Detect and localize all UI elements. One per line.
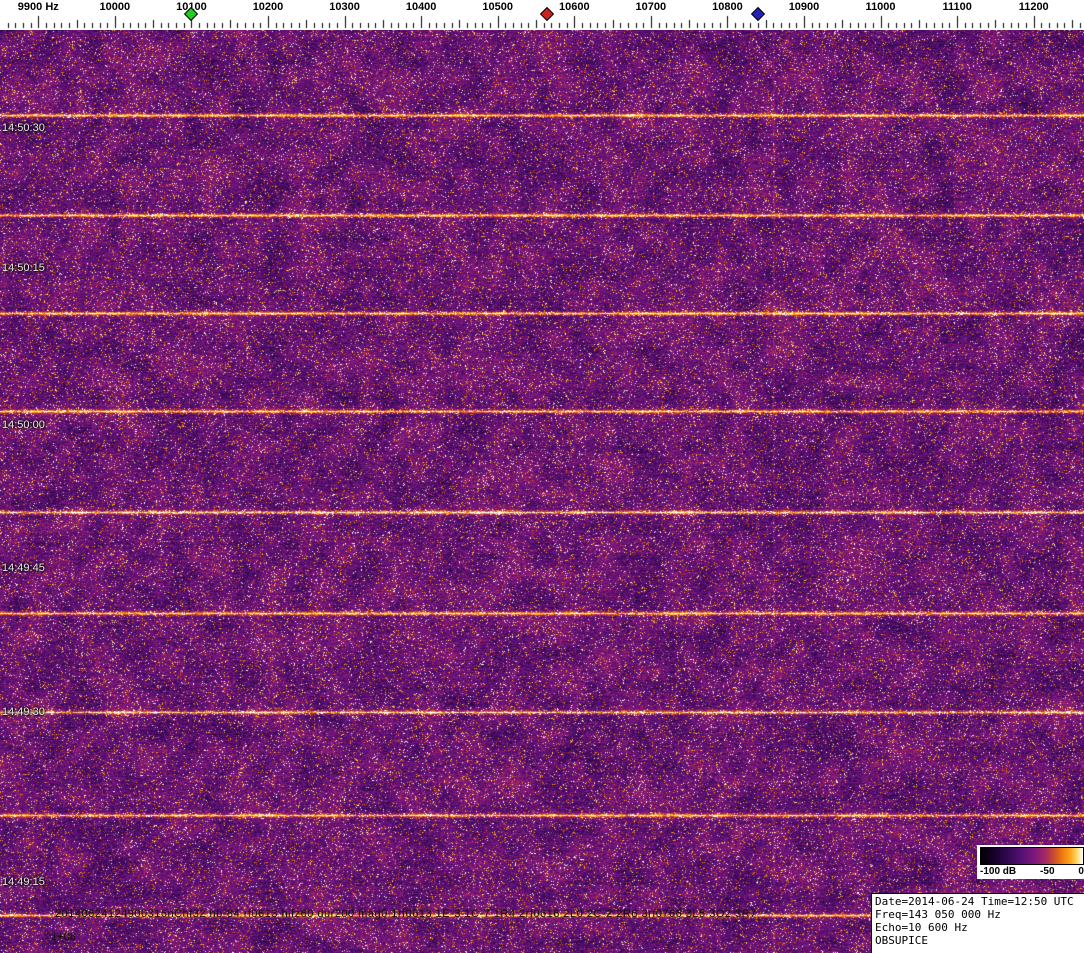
info-line-station: OBSUPICE [875, 934, 928, 947]
time-label: 14:50:30 [2, 122, 45, 134]
frequency-axis: 9900 Hz100001010010200103001040010500106… [0, 0, 1084, 30]
freq-tick-label: 10300 [329, 1, 360, 13]
config-annotation: 20140624124900316nChf32 hb-84 rf0613 hif… [55, 908, 757, 920]
db-scale-legend: -100 dB -50 0 [977, 845, 1084, 879]
db-mid-label: -50 [1040, 866, 1055, 877]
freq-tick-label: 10900 [788, 1, 820, 13]
freq-tick-label: 9900 Hz [17, 1, 59, 13]
freq-tick-label: 10600 [558, 1, 590, 13]
spectrogram-screen: 9900 Hz100001010010200103001040010500106… [0, 0, 1084, 953]
db-scale-labels: -100 dB -50 0 [980, 866, 1084, 877]
freq-tick-label: 10500 [482, 1, 513, 13]
time-label: 14:49:45 [2, 562, 45, 574]
time-label: 14:49:30 [2, 706, 45, 718]
freq-tick-label: 10200 [252, 1, 284, 13]
freq-tick-label: 10000 [99, 1, 131, 13]
freq-tick-label: 10800 [712, 1, 743, 13]
freq-tick-label: 11200 [1018, 1, 1049, 13]
time-label: 14:50:00 [2, 419, 45, 431]
freq-tick-label: 11100 [942, 1, 972, 13]
freq-tick-label: 11000 [865, 1, 896, 13]
db-gradient-bar [980, 847, 1084, 865]
waterfall-canvas [0, 30, 1084, 953]
db-max-label: 0 [1078, 866, 1084, 877]
freq-tick-label: 10700 [635, 1, 667, 13]
freq-tick-label: 10400 [405, 1, 437, 13]
time-label: 14:50:15 [2, 262, 45, 274]
info-line-frequency: Freq=143 050 000 Hz [875, 908, 1001, 921]
time-label: 14:49:15 [2, 876, 45, 888]
station-info-box: Date=2014-06-24 Time=12:50 UTC Freq=143 … [871, 893, 1084, 953]
overflow-note: ^1+08 [46, 931, 76, 943]
db-min-label: -100 dB [980, 866, 1017, 877]
info-line-echo: Echo=10 600 Hz [875, 921, 968, 934]
info-line-datetime: Date=2014-06-24 Time=12:50 UTC [875, 895, 1074, 908]
